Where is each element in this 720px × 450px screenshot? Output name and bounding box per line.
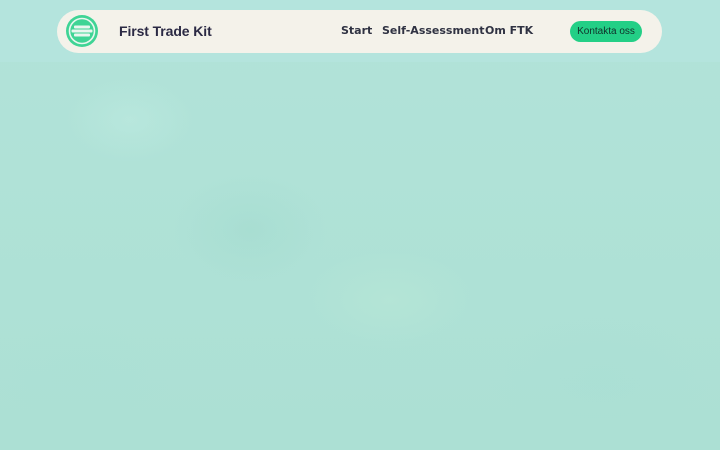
nav-link-start[interactable]: Start — [341, 24, 372, 37]
nav-link-self-assessment[interactable]: Self-Assessment — [382, 24, 485, 37]
hero-background — [0, 0, 720, 450]
site-navbar: First Trade Kit Start Self-Assessment Om… — [57, 10, 662, 53]
nav-link-om-ftk[interactable]: Om FTK — [485, 24, 533, 37]
ftk-logo-icon[interactable] — [65, 14, 99, 48]
contact-button[interactable]: Kontakta oss — [570, 21, 642, 42]
brand-name[interactable]: First Trade Kit — [119, 23, 212, 39]
